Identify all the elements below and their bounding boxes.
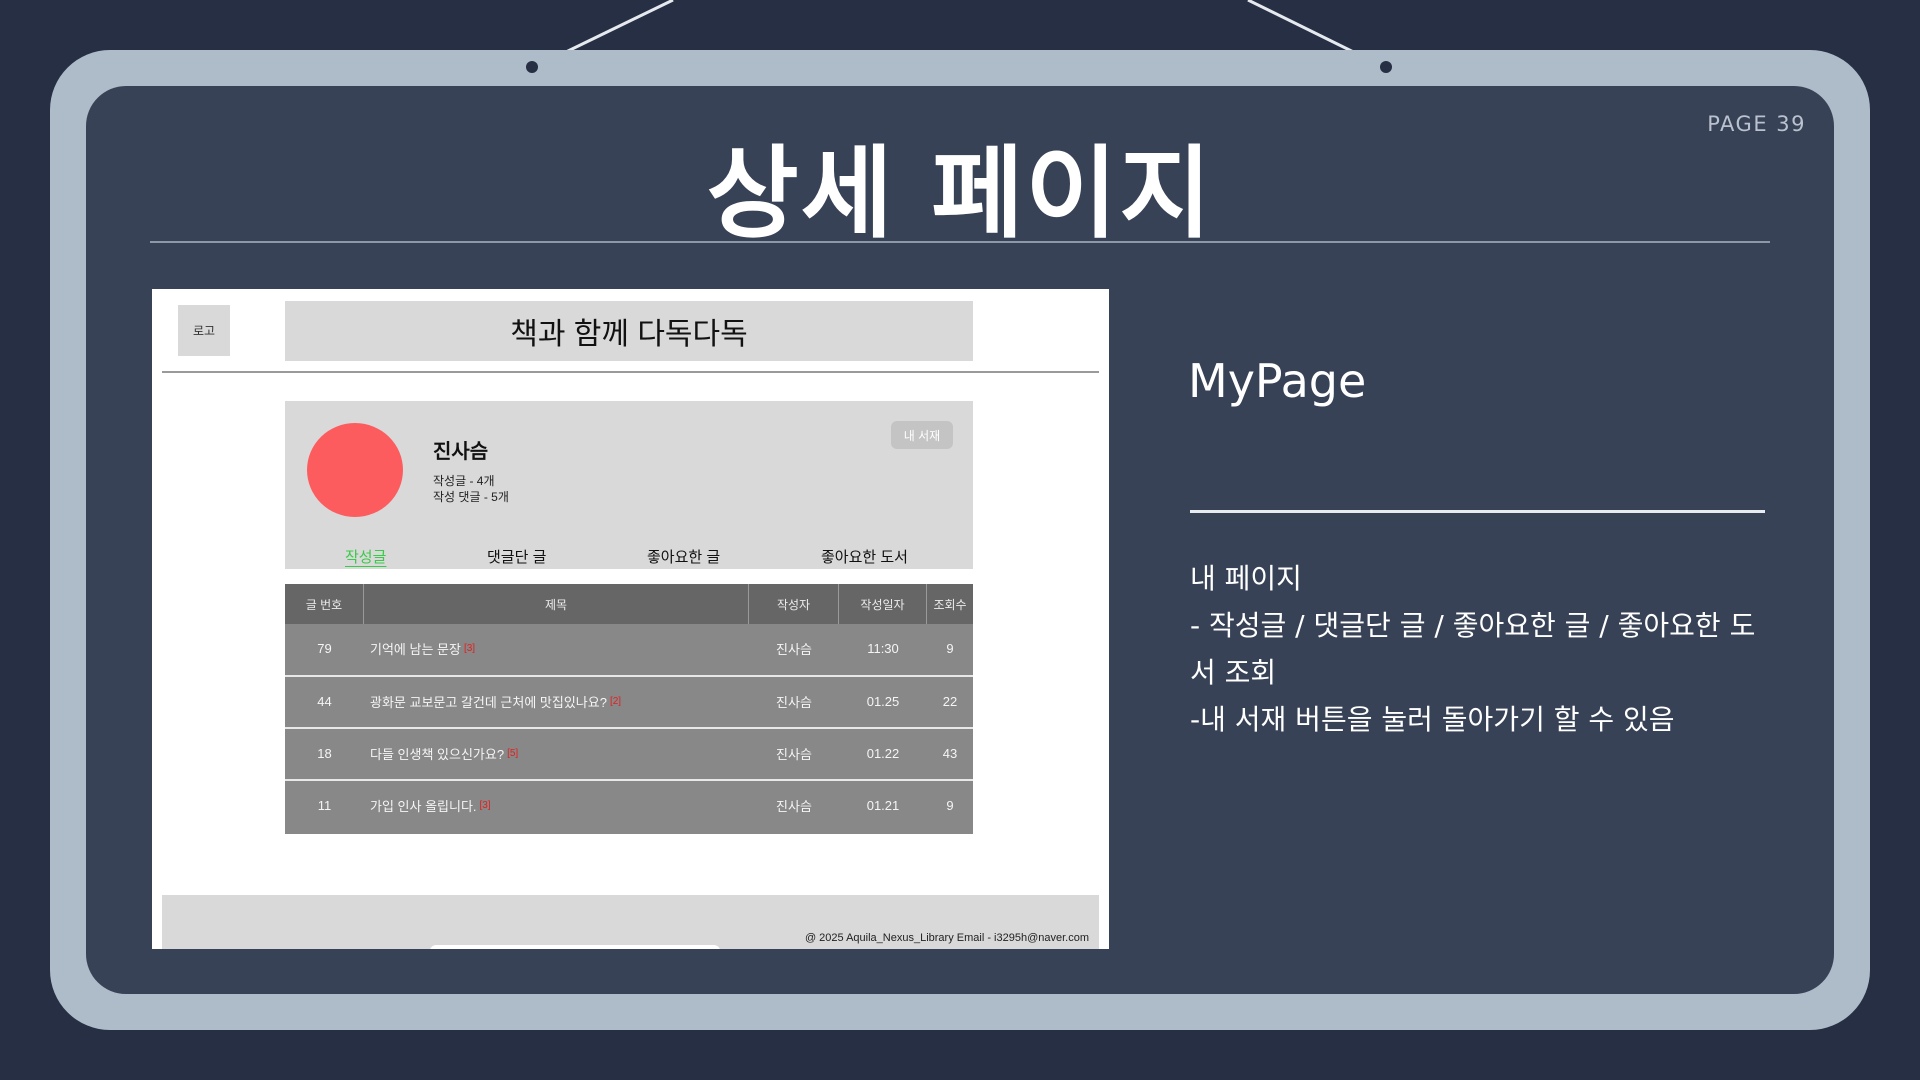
table-row[interactable]: 44 광화문 교보문고 갈건데 근처에 맛집있나요? [2] 진사슴 01.25 …	[285, 675, 973, 725]
avatar	[307, 423, 403, 517]
row-title[interactable]: 광화문 교보문고 갈건데 근처에 맛집있나요? [2]	[364, 677, 749, 725]
screw-left-icon	[526, 61, 538, 73]
row-author: 진사슴	[776, 694, 812, 710]
row-author: 진사슴	[776, 641, 812, 657]
comment-count: [2]	[609, 695, 622, 707]
site-footer: @ 2025 Aquila_Nexus_Library Email - i329…	[162, 895, 1099, 949]
row-author: 진사슴	[776, 798, 812, 814]
row-date: 01.25	[866, 693, 900, 709]
screw-right-icon	[1380, 61, 1392, 73]
row-number: 79	[317, 640, 332, 656]
row-date: 01.21	[866, 797, 900, 813]
table-row[interactable]: 18 다들 인생책 있으신가요? [5] 진사슴 01.22 43	[285, 727, 973, 777]
row-title-text[interactable]: 다들 인생책 있으신가요?	[370, 744, 504, 763]
description-line: -내 서재 버튼을 눌러 돌아가기 할 수 있음	[1190, 703, 1675, 736]
site-title[interactable]: 책과 함께 다독다독	[285, 301, 973, 361]
comment-count: [3]	[479, 799, 491, 811]
row-views: 9	[946, 640, 954, 656]
footer-widget	[430, 945, 720, 949]
comment-count: [5]	[507, 747, 519, 759]
row-views: 22	[942, 693, 958, 709]
table-row[interactable]: 79 기억에 남는 문장 [3] 진사슴 11:30 9	[285, 624, 973, 674]
row-author: 진사슴	[776, 746, 812, 762]
row-date: 11:30	[867, 640, 899, 656]
row-title[interactable]: 기억에 남는 문장 [3]	[364, 624, 749, 672]
footer-text: @ 2025 Aquila_Nexus_Library Email - i329…	[804, 932, 1089, 944]
row-title-text[interactable]: 광화문 교보문고 갈건데 근처에 맛집있나요?	[370, 692, 607, 711]
row-date: 01.22	[866, 745, 900, 761]
row-title[interactable]: 가입 인사 올립니다. [3]	[364, 781, 749, 829]
post-table: 글 번호 제목 작성자 작성일자 조회수 79 기억에 남는 문장 [3] 진사슴…	[285, 584, 973, 834]
header-divider	[162, 371, 1099, 373]
row-title[interactable]: 다들 인생책 있으신가요? [5]	[364, 729, 749, 777]
row-title-text[interactable]: 기억에 남는 문장	[370, 639, 461, 658]
description-heading: MyPage	[1188, 354, 1367, 408]
header-date: 작성일자	[839, 584, 927, 624]
tab-liked-posts[interactable]: 좋아요한 글	[647, 546, 720, 567]
profile-card: 진사슴 작성글 - 4개 작성 댓글 - 5개 내 서재 작성글 댓글단 글 좋…	[285, 401, 973, 569]
site-logo[interactable]: 로고	[178, 305, 230, 356]
row-number: 18	[317, 745, 332, 761]
header-title: 제목	[364, 584, 749, 624]
header-author: 작성자	[749, 584, 839, 624]
description-line: - 작성글 / 댓글단 글 / 좋아요한 글 / 좋아요한 도	[1190, 609, 1756, 642]
title-divider	[150, 241, 1770, 243]
row-number: 44	[317, 693, 332, 709]
row-views: 9	[946, 797, 954, 813]
table-header: 글 번호 제목 작성자 작성일자 조회수	[285, 584, 973, 624]
row-views: 43	[942, 745, 958, 761]
tab-liked-books[interactable]: 좋아요한 도서	[821, 546, 908, 567]
tab-my-posts[interactable]: 작성글	[345, 546, 386, 567]
row-number: 11	[317, 797, 332, 813]
tab-commented-posts[interactable]: 댓글단 글	[487, 546, 546, 567]
table-row[interactable]: 11 가입 인사 올립니다. [3] 진사슴 01.21 9	[285, 779, 973, 829]
description-line: 서 조회	[1190, 656, 1277, 689]
user-name: 진사슴	[433, 441, 489, 463]
my-library-button[interactable]: 내 서재	[891, 421, 953, 449]
row-title-text[interactable]: 가입 인사 올립니다.	[370, 796, 477, 815]
header-views: 조회수	[933, 597, 967, 612]
description-divider	[1190, 510, 1765, 513]
comments-count: 작성 댓글 - 5개	[433, 490, 509, 504]
posts-count: 작성글 - 4개	[433, 474, 495, 488]
comment-count: [3]	[463, 642, 476, 654]
slide: PAGE 39 상세 페이지 로고 책과 함께 다독다독 진사슴 작성글 - 4…	[0, 0, 1920, 1080]
description-line: 내 페이지	[1190, 562, 1302, 595]
slide-title: 상세 페이지	[706, 135, 1214, 252]
header-post-number: 글 번호	[285, 584, 364, 624]
mypage-screenshot: 로고 책과 함께 다독다독 진사슴 작성글 - 4개 작성 댓글 - 5개 내 …	[152, 289, 1109, 949]
